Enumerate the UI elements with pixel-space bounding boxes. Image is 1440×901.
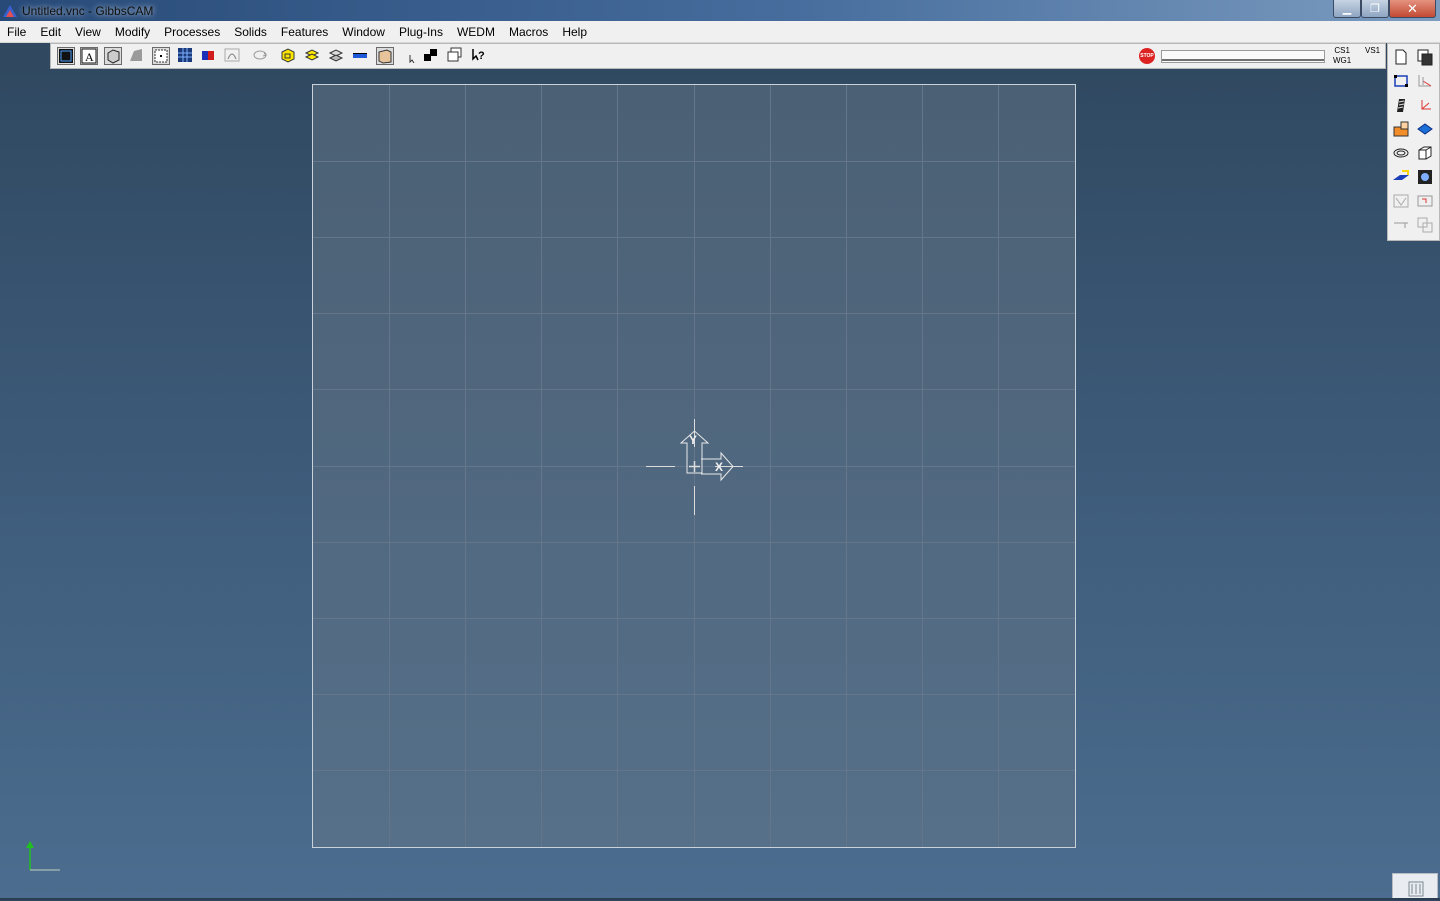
coordinate-system-readout[interactable]: CS1 WG1 <box>1333 46 1351 66</box>
yellow-layers-icon[interactable] <box>304 47 322 65</box>
x-axis-label: X <box>715 460 723 474</box>
rectangle-icon[interactable] <box>1392 72 1412 92</box>
title-bar: Untitled.vnc - GibbsCAM ▁ ❐ ✕ <box>0 0 1440 21</box>
stop-button[interactable]: STOP <box>1139 48 1155 64</box>
progress-bar <box>1161 50 1325 63</box>
menu-modify[interactable]: Modify <box>108 22 157 42</box>
menu-macros[interactable]: Macros <box>502 22 555 42</box>
line-icon[interactable] <box>1392 216 1412 236</box>
overlap-icon[interactable] <box>1416 216 1436 236</box>
menu-file[interactable]: File <box>0 22 33 42</box>
solid-cube-icon[interactable] <box>1416 168 1436 188</box>
menu-processes[interactable]: Processes <box>157 22 227 42</box>
yellow-cube-icon[interactable] <box>280 47 298 65</box>
rotate-icon[interactable] <box>252 47 270 65</box>
menu-window[interactable]: Window <box>335 22 392 42</box>
minimize-button[interactable]: ▁ <box>1333 0 1361 18</box>
plane-blue-icon[interactable] <box>1416 120 1436 140</box>
blue-plane-icon[interactable] <box>1392 168 1412 188</box>
axis-red-icon[interactable] <box>1416 96 1436 116</box>
frame-icon[interactable] <box>1416 192 1436 212</box>
gibbscam-app-icon[interactable] <box>2 3 18 19</box>
y-axis-label: Y <box>689 433 697 447</box>
window-controls: ▁ ❐ ✕ <box>1333 0 1436 18</box>
menu-wedm[interactable]: WEDM <box>450 22 502 42</box>
menu-plug-ins[interactable]: Plug-Ins <box>392 22 450 42</box>
surface-wireframe-icon[interactable] <box>1392 144 1412 164</box>
svg-text:?: ? <box>478 50 485 62</box>
help-icon[interactable]: ? <box>471 47 489 65</box>
menu-features[interactable]: Features <box>274 22 335 42</box>
dimension-icon[interactable] <box>1392 192 1412 212</box>
magnet-icon[interactable] <box>200 47 218 65</box>
view-axis-indicator-icon <box>26 841 60 871</box>
axis-multi-icon[interactable] <box>1416 72 1436 92</box>
grid-select-icon[interactable] <box>177 47 195 65</box>
trash-icon[interactable] <box>1392 873 1438 899</box>
box-outline-icon[interactable] <box>1416 144 1436 164</box>
menu-view[interactable]: View <box>68 22 108 42</box>
wg-label: WG1 <box>1333 56 1352 65</box>
menu-help[interactable]: Help <box>555 22 594 42</box>
stacked-windows-icon[interactable] <box>447 47 465 65</box>
svg-text:A: A <box>85 50 94 64</box>
menu-edit[interactable]: Edit <box>33 22 68 42</box>
menu-solids[interactable]: Solids <box>227 22 274 42</box>
maximize-button[interactable]: ❐ <box>1361 0 1389 18</box>
close-button[interactable]: ✕ <box>1389 0 1436 18</box>
window-title: Untitled.vnc - GibbsCAM <box>22 3 154 18</box>
solid-box-icon[interactable] <box>376 47 394 65</box>
curve-icon[interactable] <box>224 47 242 65</box>
menu-bar: File Edit View Modify Processes Solids F… <box>0 21 1440 43</box>
grid: Y X <box>313 85 1075 847</box>
copy-objects-icon[interactable] <box>423 47 441 65</box>
stacked-planes-icon[interactable] <box>328 47 346 65</box>
copy-doc-icon[interactable] <box>1416 48 1436 68</box>
shape-orange-icon[interactable] <box>1392 120 1412 140</box>
pointer-icon[interactable] <box>404 47 422 65</box>
cs-label: CS1 <box>1334 46 1350 55</box>
drill-icon[interactable] <box>1392 96 1412 116</box>
drawing-canvas[interactable]: Y X <box>312 84 1076 848</box>
text-icon[interactable]: A <box>80 47 98 65</box>
blue-bar-icon[interactable] <box>352 47 370 65</box>
shaded-box-icon[interactable] <box>104 47 122 65</box>
main-toolbar: A ? STOP CS1 WG1 VS1 <box>50 43 1386 69</box>
tool-palette <box>1387 43 1440 241</box>
wireframe-view-icon[interactable] <box>57 47 75 65</box>
new-doc-icon[interactable] <box>1392 48 1412 68</box>
select-box-icon[interactable] <box>152 47 170 65</box>
surface-icon[interactable] <box>128 47 146 65</box>
view-system-label[interactable]: VS1 <box>1365 46 1380 55</box>
